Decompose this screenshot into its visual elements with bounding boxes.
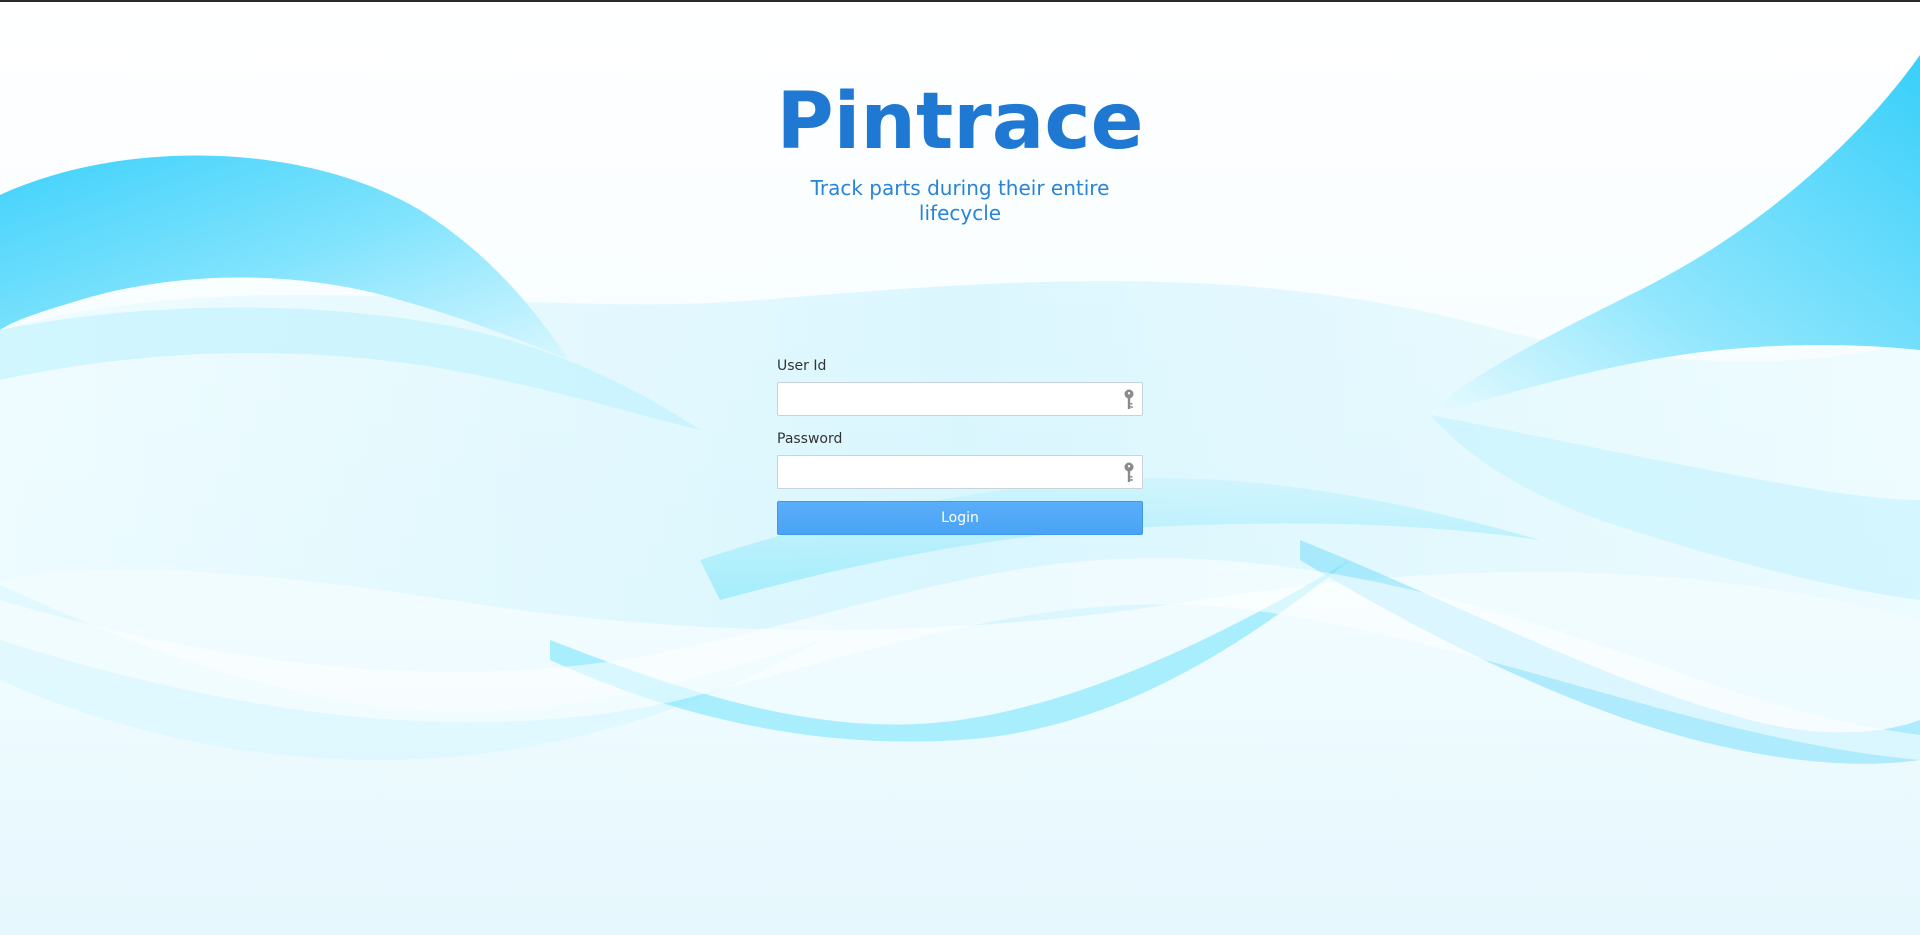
key-icon bbox=[1124, 462, 1134, 482]
password-field-wrapper bbox=[777, 455, 1143, 489]
password-label: Password bbox=[777, 431, 843, 447]
user-id-input[interactable] bbox=[777, 382, 1143, 416]
password-input[interactable] bbox=[777, 455, 1143, 489]
key-icon bbox=[1124, 389, 1134, 409]
top-border bbox=[0, 0, 1920, 2]
user-id-field-wrapper bbox=[777, 382, 1143, 416]
login-button[interactable]: Login bbox=[777, 501, 1143, 535]
login-page: Pintrace Track parts during their entire… bbox=[0, 0, 1920, 935]
app-header: Pintrace Track parts during their entire… bbox=[0, 72, 1920, 226]
app-title: Pintrace bbox=[776, 77, 1144, 167]
user-id-label: User Id bbox=[777, 358, 827, 374]
login-form: User Id Password Login bbox=[777, 355, 1143, 535]
app-subtitle: Track parts during their entire lifecycl… bbox=[810, 176, 1110, 225]
